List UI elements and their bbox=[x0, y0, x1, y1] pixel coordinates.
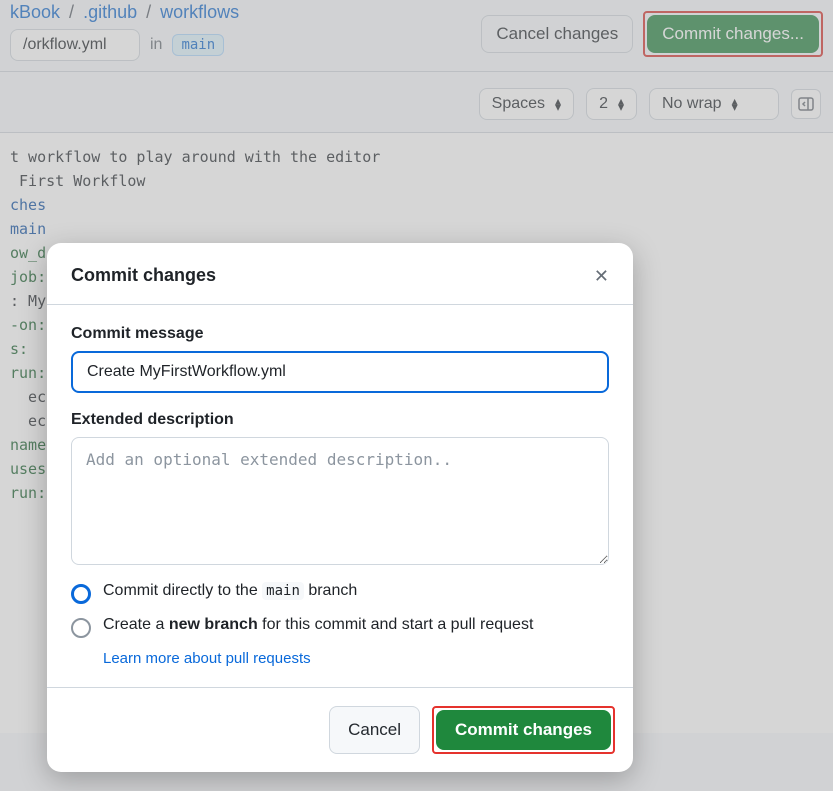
commit-message-input[interactable] bbox=[71, 351, 609, 393]
radio-new-branch[interactable]: Create a new branch for this commit and … bbox=[71, 616, 609, 638]
branch-name-inline: main bbox=[262, 582, 304, 600]
radio-label-text: Commit directly to the bbox=[103, 582, 262, 599]
radio-label-text: for this commit and start a pull request bbox=[258, 616, 534, 633]
dialog-title: Commit changes bbox=[71, 265, 216, 286]
extended-description-textarea[interactable] bbox=[71, 437, 609, 565]
learn-more-link[interactable]: Learn more about pull requests bbox=[103, 650, 609, 667]
commit-dialog: Commit changes ✕ Commit message Extended… bbox=[47, 243, 633, 772]
dialog-cancel-button[interactable]: Cancel bbox=[329, 706, 420, 754]
dialog-commit-button[interactable]: Commit changes bbox=[436, 710, 611, 750]
close-icon[interactable]: ✕ bbox=[594, 267, 609, 285]
radio-commit-direct[interactable]: Commit directly to the main branch bbox=[71, 582, 609, 604]
radio-icon[interactable] bbox=[71, 584, 91, 604]
extended-description-label: Extended description bbox=[71, 411, 609, 429]
radio-label-text: Create a bbox=[103, 616, 169, 633]
radio-icon[interactable] bbox=[71, 618, 91, 638]
radio-label-bold: new branch bbox=[169, 616, 258, 633]
radio-label-text: branch bbox=[304, 582, 357, 599]
commit-message-label: Commit message bbox=[71, 325, 609, 343]
highlight-box-commit-dialog: Commit changes bbox=[432, 706, 615, 754]
